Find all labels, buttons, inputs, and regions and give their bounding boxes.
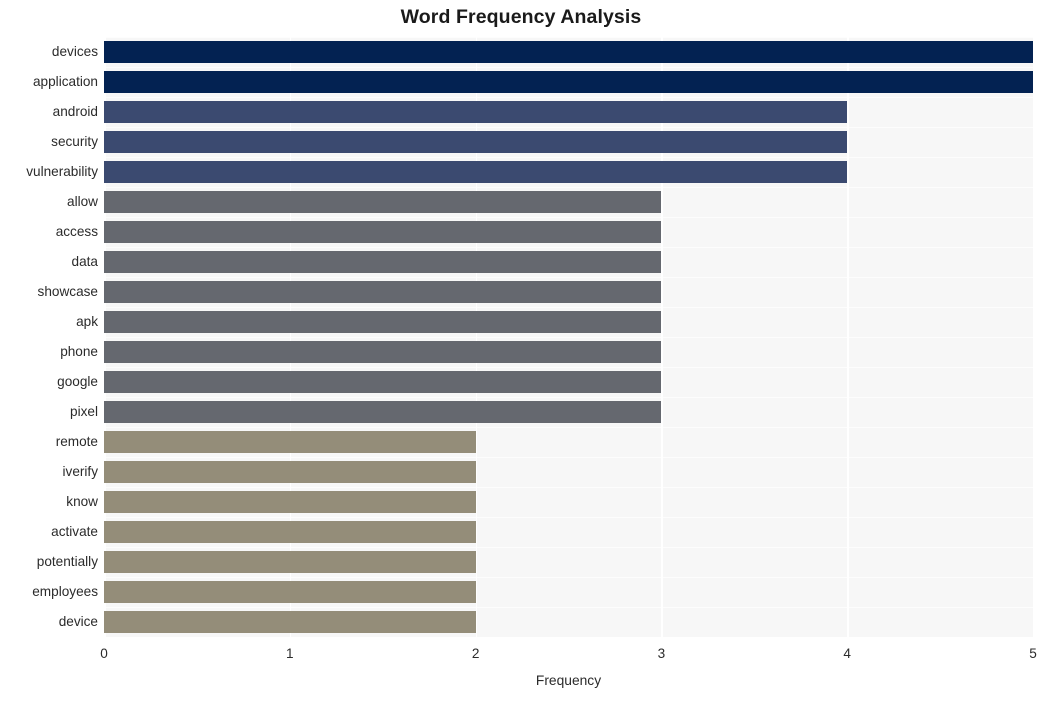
bar-employees: [104, 581, 476, 603]
x-tick-label-4: 4: [843, 646, 851, 661]
gridline-row: [104, 37, 1033, 38]
y-tick-label-potentially: potentially: [36, 554, 98, 569]
bar-phone: [104, 341, 662, 363]
x-axis-tick-labels: 0 1 2 3 4 5: [100, 637, 1037, 667]
y-tick-label-remote: remote: [55, 434, 98, 449]
y-tick-label-application: application: [33, 74, 98, 89]
word-frequency-chart-figure: Word Frequency Analysis devices applicati…: [0, 0, 1042, 701]
bar-application: [104, 71, 1033, 93]
gridline-row: [104, 337, 1033, 338]
bar-showcase: [104, 281, 662, 303]
bar-vulnerability: [104, 161, 848, 183]
y-tick-label-vulnerability: vulnerability: [26, 164, 98, 179]
bar-allow: [104, 191, 662, 213]
y-tick-label-security: security: [51, 134, 98, 149]
bar-security: [104, 131, 848, 153]
bar-iverify: [104, 461, 476, 483]
gridline-row: [104, 277, 1033, 278]
gridline-row: [104, 97, 1033, 98]
y-tick-label-pixel: pixel: [70, 404, 98, 419]
gridline-row: [104, 187, 1033, 188]
y-tick-label-iverify: iverify: [62, 464, 99, 479]
bar-activate: [104, 521, 476, 543]
gridline-row: [104, 607, 1033, 608]
bar-data: [104, 251, 662, 273]
bar-android: [104, 101, 848, 123]
y-tick-label-apk: apk: [76, 314, 98, 329]
gridline-row: [104, 217, 1033, 218]
bar-device: [104, 611, 476, 633]
bar-apk: [104, 311, 662, 333]
bar-remote: [104, 431, 476, 453]
y-tick-label-know: know: [66, 494, 98, 509]
gridline-row: [104, 517, 1033, 518]
gridline-row: [104, 547, 1033, 548]
gridline-row: [104, 127, 1033, 128]
y-tick-label-activate: activate: [51, 524, 98, 539]
y-tick-label-allow: allow: [67, 194, 98, 209]
y-tick-label-access: access: [55, 224, 98, 239]
y-tick-label-data: data: [71, 254, 98, 269]
chart-title: Word Frequency Analysis: [400, 6, 642, 28]
y-axis-tick-labels: devices application android security vulnera…: [0, 37, 98, 637]
bar-know: [104, 491, 476, 513]
gridline-row: [104, 157, 1033, 158]
y-tick-label-google: google: [57, 374, 98, 389]
gridline-row: [104, 367, 1033, 368]
gridline-row: [104, 247, 1033, 248]
gridline-row: [104, 307, 1033, 308]
x-tick-label-2: 2: [471, 646, 480, 661]
gridline-row: [104, 487, 1033, 488]
bar-pixel: [104, 401, 662, 423]
x-tick-label-1: 1: [286, 646, 294, 661]
gridline-row: [104, 577, 1033, 578]
y-tick-label-devices: devices: [51, 44, 98, 59]
bar-access: [104, 221, 662, 243]
x-tick-label-5: 5: [1029, 646, 1037, 661]
y-tick-label-android: android: [52, 104, 98, 119]
x-tick-label-3: 3: [657, 646, 666, 661]
bar-potentially: [104, 551, 476, 573]
gridline-row: [104, 427, 1033, 428]
gridline-row: [104, 67, 1033, 68]
gridline-row: [104, 457, 1033, 458]
bar-google: [104, 371, 662, 393]
plot-area: [104, 37, 1033, 637]
y-tick-label-showcase: showcase: [37, 284, 98, 299]
bar-devices: [104, 41, 1033, 63]
x-tick-label-0: 0: [100, 646, 108, 661]
gridline-row: [104, 397, 1033, 398]
y-tick-label-employees: employees: [32, 584, 98, 599]
x-axis-label: Frequency: [535, 673, 602, 688]
y-tick-label-device: device: [58, 614, 98, 629]
y-tick-label-phone: phone: [60, 344, 98, 359]
